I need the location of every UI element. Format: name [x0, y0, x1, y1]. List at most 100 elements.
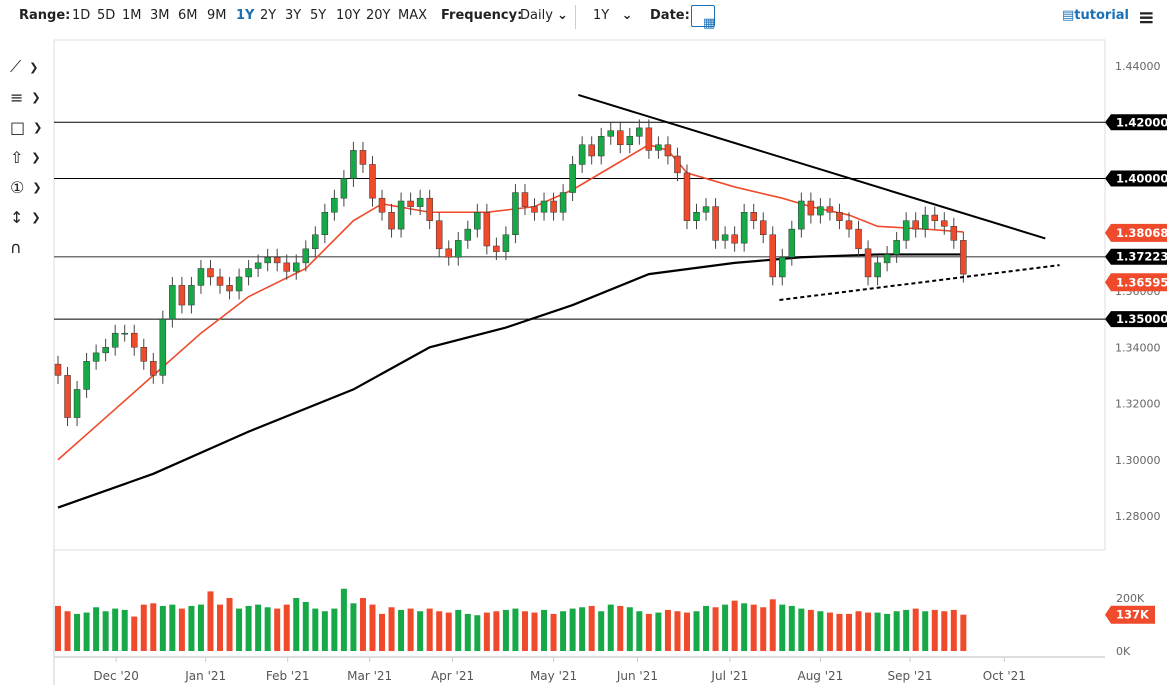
- range-1d[interactable]: 1D: [72, 8, 90, 23]
- magnet-button[interactable]: ∩: [10, 232, 50, 262]
- price-chart[interactable]: 1.44000 1.42000 1.40000 1.38000 1.36000 1.340…: [0, 0, 1171, 693]
- volume-bar: [560, 611, 567, 651]
- candle: [188, 285, 195, 306]
- candle: [855, 228, 862, 250]
- candle: [121, 332, 128, 335]
- price-badge: [1105, 273, 1167, 292]
- level-badge: [1105, 248, 1167, 265]
- candle: [92, 352, 100, 362]
- candle: [455, 240, 462, 258]
- volume-bar: [217, 604, 224, 651]
- candle: [264, 257, 271, 264]
- price-plot-frame: [53, 39, 1106, 551]
- rectangle-tool-button[interactable]: □ ❯: [10, 112, 50, 142]
- y-tick-label: 1.42000: [1115, 116, 1161, 129]
- volume-bar: [169, 604, 176, 651]
- candle: [426, 197, 433, 221]
- candle: [960, 240, 967, 275]
- arrow-tool-button[interactable]: ⇧ ❯: [10, 142, 50, 172]
- frequency-select[interactable]: Daily ⌄: [520, 8, 568, 23]
- candle: [941, 220, 948, 227]
- fibonacci-tool-button[interactable]: ≡ ❯: [10, 82, 50, 112]
- period-select[interactable]: 1Y ⌄: [593, 8, 633, 23]
- line-tool-icon: ⟋: [10, 57, 22, 76]
- candle: [216, 276, 224, 286]
- chevron-right-icon: ❯: [29, 60, 39, 74]
- y-tick-label: 1.34000: [1115, 341, 1161, 354]
- measure-tool-button[interactable]: ↕ ❯: [10, 202, 50, 232]
- annotation-tool-button[interactable]: ① ❯: [10, 172, 50, 202]
- volume-bar: [626, 607, 633, 651]
- divider: [575, 5, 576, 29]
- volume-bar: [826, 612, 833, 651]
- candle: [416, 197, 424, 207]
- range-20y[interactable]: 20Y: [366, 8, 390, 23]
- range-max[interactable]: MAX: [398, 8, 427, 23]
- candle: [464, 228, 472, 241]
- volume-bar: [74, 613, 81, 651]
- volume-bar: [274, 608, 281, 651]
- candle: [493, 245, 500, 252]
- support-trendline: [779, 264, 1060, 301]
- candle: [359, 150, 367, 165]
- candle: [159, 318, 167, 376]
- range-2y[interactable]: 2Y: [260, 8, 276, 23]
- volume-bar: [712, 607, 719, 651]
- candle: [369, 164, 376, 199]
- volume-bar: [512, 608, 519, 651]
- calendar-icon: ▦: [703, 16, 716, 31]
- candle: [235, 276, 243, 292]
- volume-bar: [112, 608, 119, 651]
- candle: [921, 214, 929, 230]
- candle: [588, 144, 595, 157]
- volume-bar: [788, 605, 795, 651]
- x-tick-label: Jan '21: [184, 669, 226, 683]
- candle: [807, 200, 815, 216]
- candle: [73, 389, 81, 418]
- range-1y[interactable]: 1Y: [236, 8, 254, 23]
- volume-bar: [941, 611, 948, 651]
- range-9m[interactable]: 9M: [207, 8, 227, 23]
- calendar-button[interactable]: ▦: [691, 5, 715, 31]
- candle: [788, 228, 796, 258]
- candle: [693, 212, 700, 221]
- volume-bar: [207, 591, 214, 651]
- candle: [102, 347, 109, 354]
- range-3m[interactable]: 3M: [150, 8, 170, 23]
- candle: [321, 212, 329, 235]
- candle: [779, 257, 786, 278]
- candle: [502, 234, 510, 252]
- candle: [874, 262, 881, 278]
- volume-bar: [379, 613, 386, 651]
- candle: [931, 214, 939, 221]
- range-10y[interactable]: 10Y: [336, 8, 360, 23]
- candle: [378, 197, 386, 213]
- range-3y[interactable]: 3Y: [285, 8, 301, 23]
- volume-bar: [264, 607, 271, 651]
- x-tick-label: Oct '21: [983, 669, 1026, 683]
- candle: [140, 347, 148, 362]
- volume-bar: [664, 609, 671, 651]
- resistance-trendline: [578, 94, 1046, 240]
- frequency-label: Frequency:: [441, 8, 523, 23]
- range-6m[interactable]: 6M: [178, 8, 198, 23]
- line-tool-button[interactable]: ⟋ ❯: [10, 52, 50, 82]
- volume-bar: [750, 604, 757, 651]
- chevron-right-icon: ❯: [31, 210, 41, 224]
- range-1m[interactable]: 1M: [122, 8, 142, 23]
- volume-bar: [474, 615, 481, 651]
- candle: [864, 248, 872, 278]
- menu-icon[interactable]: ≡: [1138, 5, 1155, 29]
- candle: [845, 220, 853, 230]
- range-5y[interactable]: 5Y: [310, 8, 326, 23]
- volume-bar: [836, 613, 843, 651]
- volume-bar: [703, 605, 710, 651]
- volume-bar: [731, 600, 738, 651]
- y-tick-label: 1.30000: [1115, 454, 1161, 467]
- volume-bar: [150, 603, 157, 651]
- volume-bar: [502, 609, 509, 651]
- range-5d[interactable]: 5D: [97, 8, 115, 23]
- volume-bar: [388, 607, 395, 651]
- tutorial-link[interactable]: ▤tutorial: [1062, 8, 1129, 23]
- volume-bar: [598, 611, 605, 651]
